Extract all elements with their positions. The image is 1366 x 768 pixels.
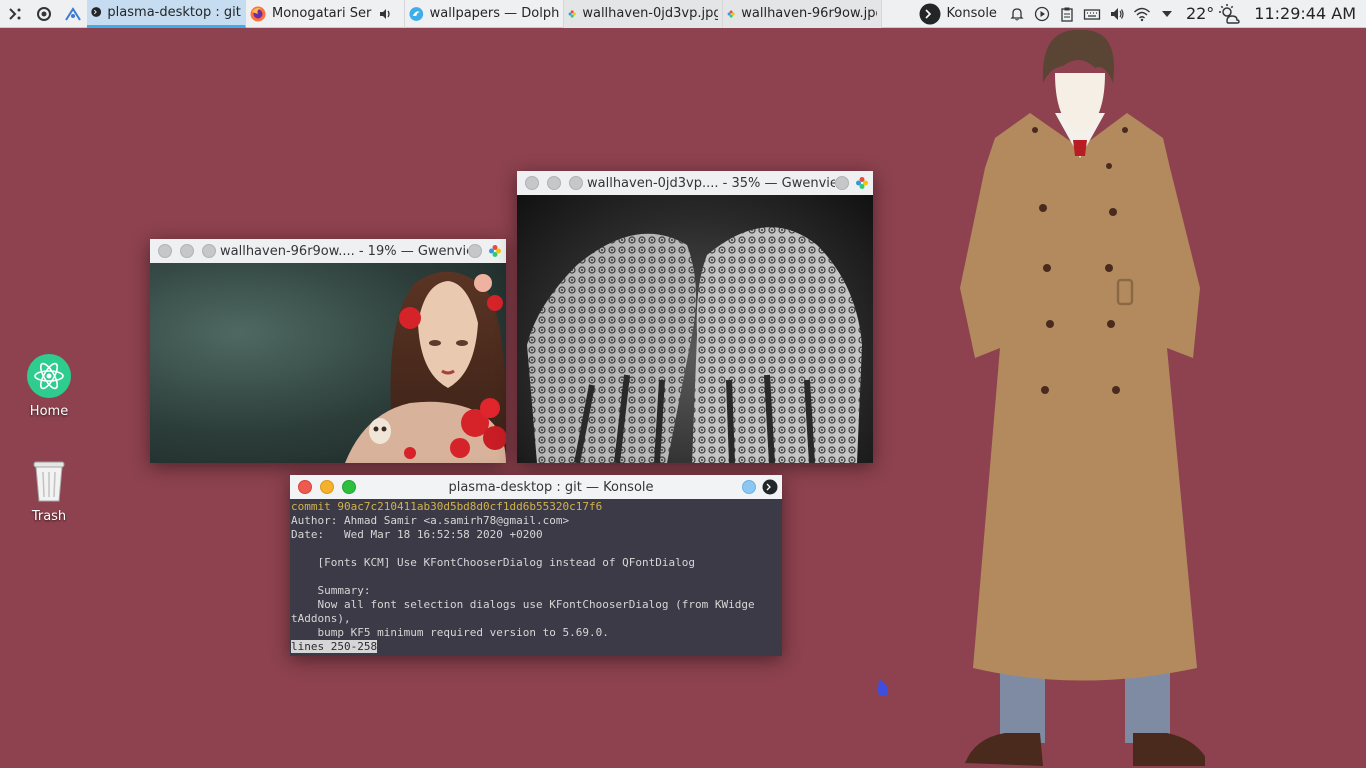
minimize-button[interactable]	[180, 244, 194, 258]
spectacle-icon[interactable]	[58, 0, 87, 28]
desktop-icon-label: Trash	[31, 509, 67, 524]
trash-icon	[25, 457, 73, 505]
gwenview-window-96r9ow[interactable]: wallhaven-96r9ow.... - 19% — Gwenview	[150, 239, 506, 463]
task-label: Monogatari Series — Mozilla Firefox	[272, 6, 372, 21]
terminal-output[interactable]: commit 90ac7c210411ab30d5bd8d0cf1dd6b553…	[290, 499, 782, 656]
keep-above-button[interactable]	[742, 480, 756, 494]
keep-above-button[interactable]	[835, 176, 849, 190]
atom-home-icon	[25, 352, 73, 400]
window-titlebar[interactable]: plasma-desktop : git — Konsole	[290, 475, 782, 499]
konsole-launcher[interactable]: Konsole	[909, 0, 1005, 28]
desktop-icon-trash[interactable]: Trash	[14, 457, 84, 524]
notifications-icon[interactable]	[1005, 0, 1030, 28]
konsole-icon	[91, 7, 102, 17]
task-gwenview-96r9ow[interactable]: wallhaven-96r9ow.jpg — Gwenview	[723, 0, 882, 28]
maximize-button[interactable]	[569, 176, 583, 190]
maximize-button[interactable]	[342, 480, 356, 494]
close-button[interactable]	[298, 480, 312, 494]
terminal-line: [Fonts KCM] Use KFontChooserDialog inste…	[291, 556, 695, 569]
task-label: wallpapers — Dolphin	[429, 6, 559, 21]
desktop-icon-label: Home	[29, 404, 69, 419]
clipboard-icon[interactable]	[1055, 0, 1080, 28]
konsole-icon	[919, 3, 941, 24]
dolphin-icon	[409, 6, 424, 21]
wifi-icon[interactable]	[1130, 0, 1155, 28]
gwenview-window-0jd3vp[interactable]: wallhaven-0jd3vp.... - 35% — Gwenview	[517, 171, 873, 463]
maximize-button[interactable]	[202, 244, 216, 258]
terminal-line: tAddons),	[291, 612, 351, 625]
weather-widget[interactable]: 22°	[1180, 3, 1246, 25]
audio-playing-icon[interactable]	[378, 7, 392, 21]
window-title: plasma-desktop : git — Konsole	[448, 479, 654, 495]
window-titlebar[interactable]: wallhaven-0jd3vp.... - 35% — Gwenview	[517, 171, 873, 195]
window-title: wallhaven-96r9ow.... - 19% — Gwenview	[220, 243, 468, 259]
gwenview-icon	[727, 9, 735, 18]
application-launcher-icon[interactable]	[0, 0, 29, 28]
system-tray: Konsole 22° 11:29:44 AM	[909, 0, 1366, 28]
task-dolphin[interactable]: wallpapers — Dolphin	[405, 0, 564, 28]
konsole-window[interactable]: plasma-desktop : git — Konsole commit 90…	[290, 475, 782, 656]
keep-above-button[interactable]	[468, 244, 482, 258]
expand-tray-icon[interactable]	[1155, 0, 1180, 28]
keyboard-icon[interactable]	[1080, 0, 1105, 28]
gwenview-icon[interactable]	[855, 176, 869, 190]
image-view[interactable]	[150, 263, 506, 463]
digital-clock[interactable]: 11:29:44 AM	[1246, 4, 1366, 23]
task-label: wallhaven-0jd3vp.jpg — Gwenview	[582, 6, 718, 21]
pager-status: lines 250-258	[291, 640, 378, 653]
partly-cloudy-icon	[1219, 3, 1240, 24]
minimize-button[interactable]	[320, 480, 334, 494]
task-label: plasma-desktop : git — Konsole	[107, 4, 241, 20]
gwenview-icon	[568, 9, 576, 18]
terminal-line: commit 90ac7c210411ab30d5bd8d0cf1dd6b553…	[291, 500, 603, 513]
terminal-line: Now all font selection dialogs use KFont…	[291, 598, 755, 611]
firefox-icon	[250, 6, 266, 21]
konsole-icon[interactable]	[762, 479, 778, 495]
close-button[interactable]	[158, 244, 172, 258]
konsole-launcher-label: Konsole	[946, 6, 997, 21]
cursor-droplet-icon	[877, 679, 889, 697]
media-player-icon[interactable]	[1030, 0, 1055, 28]
image-view[interactable]	[517, 195, 873, 463]
terminal-line: bump KF5 minimum required version to 5.6…	[291, 626, 609, 639]
volume-icon[interactable]	[1105, 0, 1130, 28]
minimize-button[interactable]	[547, 176, 561, 190]
task-konsole[interactable]: plasma-desktop : git — Konsole	[87, 0, 246, 28]
desktop-icon-home[interactable]: Home	[14, 352, 84, 419]
task-firefox[interactable]: Monogatari Series — Mozilla Firefox	[246, 0, 405, 28]
window-title: wallhaven-0jd3vp.... - 35% — Gwenview	[587, 175, 835, 191]
gwenview-icon[interactable]	[488, 244, 502, 258]
terminal-line: Author: Ahmad Samir <a.samirh78@gmail.co…	[291, 514, 570, 527]
terminal-line: Date: Wed Mar 18 16:52:58 2020 +0200	[291, 528, 543, 541]
close-button[interactable]	[525, 176, 539, 190]
system-settings-icon[interactable]	[29, 0, 58, 28]
window-titlebar[interactable]: wallhaven-96r9ow.... - 19% — Gwenview	[150, 239, 506, 263]
task-label: wallhaven-96r9ow.jpg — Gwenview	[741, 6, 877, 21]
top-panel: plasma-desktop : git — Konsole Monogatar…	[0, 0, 1366, 28]
wallpaper-image-henna-hands	[527, 227, 862, 463]
wallpaper-trenchcoat-figure	[960, 29, 1205, 766]
wallpaper-image-flower-girl	[345, 271, 506, 463]
weather-temperature: 22°	[1185, 4, 1215, 23]
task-gwenview-0jd3vp[interactable]: wallhaven-0jd3vp.jpg — Gwenview	[564, 0, 723, 28]
terminal-line: Summary:	[291, 584, 371, 597]
